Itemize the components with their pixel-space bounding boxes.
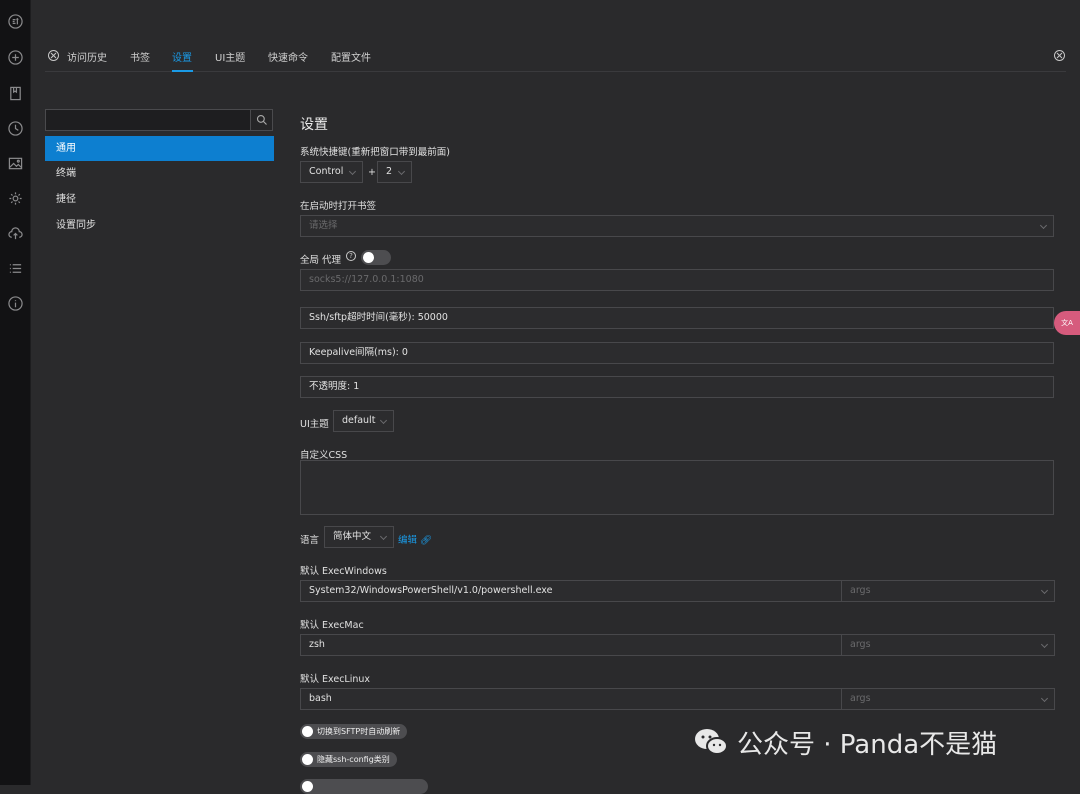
- startup-bookmarks-select[interactable]: 请选择: [300, 215, 1054, 237]
- close-panel-icon[interactable]: [1054, 50, 1065, 61]
- language-edit-link[interactable]: 编辑 🔗︎: [398, 532, 432, 546]
- close-tabs-icon[interactable]: [48, 50, 59, 61]
- tab-bookmarks[interactable]: 书签: [130, 49, 150, 64]
- list-icon[interactable]: [8, 261, 23, 276]
- exec-linux-input[interactable]: bash args: [300, 688, 1055, 710]
- bookmark-icon[interactable]: [8, 86, 23, 101]
- wechat-icon: [695, 729, 728, 755]
- search-icon: [256, 114, 267, 125]
- info-icon[interactable]: [8, 296, 23, 311]
- help-icon[interactable]: ?: [346, 251, 356, 261]
- add-icon[interactable]: [8, 50, 23, 65]
- gear-icon[interactable]: [8, 191, 23, 206]
- custom-css-label: 自定义CSS: [300, 450, 348, 461]
- chevron-down-icon: [348, 167, 357, 176]
- page-title: 设置: [300, 117, 328, 133]
- hide-ssh-config-switch[interactable]: 隐藏ssh-config类别: [300, 752, 397, 767]
- tab-settings[interactable]: 设置: [172, 49, 192, 64]
- main-panel: 访问历史 书签 设置 UI主题 快速命令 配置文件 通用 终端 捷径 设置同步 …: [31, 0, 1080, 794]
- proxy-toggle[interactable]: [361, 250, 391, 265]
- toggle-knob: [363, 252, 374, 263]
- exec-mac-args-select[interactable]: args: [841, 634, 1055, 656]
- proxy-label: 全局 代理: [300, 255, 342, 266]
- translate-badge[interactable]: 文A: [1054, 311, 1080, 335]
- tab-bar: 访问历史 书签 设置 UI主题 快速命令 配置文件: [45, 40, 1066, 72]
- sidebar-item-sync[interactable]: 设置同步: [45, 213, 274, 238]
- proxy-input[interactable]: socks5://127.0.0.1:1080: [300, 269, 1054, 291]
- toggle-knob: [302, 754, 313, 765]
- icon-rail: [0, 0, 31, 785]
- app-logo-icon[interactable]: [8, 14, 23, 29]
- toggle-knob: [302, 726, 313, 737]
- tab-profiles[interactable]: 配置文件: [331, 49, 371, 64]
- cloud-sync-icon[interactable]: [8, 226, 23, 241]
- language-label: 语言: [300, 535, 320, 546]
- chevron-down-icon: [1039, 221, 1048, 230]
- opacity-input[interactable]: 不透明度: 1: [300, 376, 1054, 398]
- chevron-down-icon: [397, 167, 406, 176]
- sidebar-search-input[interactable]: [45, 109, 251, 131]
- exec-mac-label: 默认 ExecMac: [300, 620, 364, 631]
- keepalive-input[interactable]: Keepalive间隔(ms): 0: [300, 342, 1054, 364]
- chevron-down-icon: [1040, 640, 1049, 649]
- sidebar-item-terminal[interactable]: 终端: [45, 161, 274, 186]
- exec-windows-args-select[interactable]: args: [841, 580, 1055, 602]
- exec-mac-input[interactable]: zsh args: [300, 634, 1055, 656]
- hotkey-key-select[interactable]: 2: [377, 161, 412, 183]
- watermark: 公众号 · Panda不是猫: [693, 724, 997, 760]
- tab-history[interactable]: 访问历史: [67, 49, 107, 64]
- tab-ui-theme[interactable]: UI主题: [215, 49, 245, 64]
- tab-quick-commands[interactable]: 快速命令: [268, 49, 308, 64]
- external-link-icon: 🔗︎: [420, 535, 433, 546]
- chevron-down-icon: [379, 532, 388, 541]
- history-icon[interactable]: [8, 121, 23, 136]
- exec-linux-args-select[interactable]: args: [841, 688, 1055, 710]
- exec-linux-label: 默认 ExecLinux: [300, 674, 371, 685]
- sidebar-item-general[interactable]: 通用: [45, 136, 274, 161]
- hotkey-label: 系统快捷键(重新把窗口带到最前面): [300, 147, 450, 158]
- partial-switch[interactable]: [300, 779, 428, 794]
- image-icon[interactable]: [8, 156, 23, 171]
- chevron-down-icon: [379, 416, 388, 425]
- custom-css-textarea[interactable]: [300, 460, 1054, 515]
- exec-windows-label: 默认 ExecWindows: [300, 566, 387, 577]
- chevron-down-icon: [1040, 694, 1049, 703]
- toggle-knob: [302, 781, 313, 792]
- active-tab-indicator: [172, 70, 193, 72]
- ssh-timeout-input[interactable]: Ssh/sftp超时时间(毫秒): 50000: [300, 307, 1054, 329]
- language-select[interactable]: 简体中文: [324, 526, 394, 548]
- hotkey-modifier-select[interactable]: Control: [300, 161, 363, 183]
- chevron-down-icon: [1040, 586, 1049, 595]
- exec-windows-input[interactable]: System32/WindowsPowerShell/v1.0/powershe…: [300, 580, 1055, 602]
- search-button[interactable]: [250, 109, 273, 131]
- startup-bookmarks-label: 在启动时打开书签: [300, 201, 377, 212]
- sidebar-item-shortcuts[interactable]: 捷径: [45, 187, 274, 212]
- ui-theme-label: UI主题: [300, 419, 329, 430]
- hotkey-plus: +: [368, 167, 376, 178]
- ui-theme-select[interactable]: default: [333, 410, 394, 432]
- sftp-auto-refresh-switch[interactable]: 切换到SFTP时自动刷新: [300, 724, 408, 739]
